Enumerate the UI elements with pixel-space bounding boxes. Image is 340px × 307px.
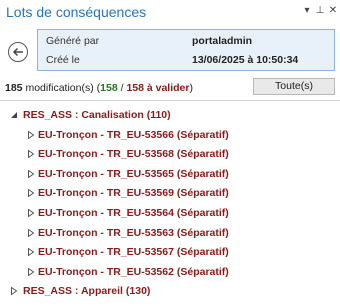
tree-item-label: EU-Tronçon - TR_EU-53565 (Séparatif): [38, 167, 229, 180]
modifications-summary: 185 modification(s) (158 / 158 à valider…: [5, 82, 193, 94]
validated-count: 158: [100, 82, 118, 94]
tree-item[interactable]: EU-Tronçon - TR_EU-53564 (Séparatif): [0, 204, 340, 224]
divider: [0, 100, 340, 101]
generated-by-label: Généré par: [46, 35, 100, 47]
tree-item-label: EU-Tronçon - TR_EU-53566 (Séparatif): [38, 128, 229, 141]
tree-item[interactable]: EU-Tronçon - TR_EU-53563 (Séparatif): [0, 224, 340, 244]
tree-item[interactable]: EU-Tronçon - TR_EU-53565 (Séparatif): [0, 165, 340, 185]
back-button[interactable]: [8, 42, 28, 62]
generated-by-value: portaladmin: [192, 35, 253, 47]
to-validate-count: 158 à valider: [126, 82, 190, 94]
info-panel: Généré par portaladmin Créé le 13/06/202…: [37, 29, 335, 71]
pane-options-dropdown-icon[interactable]: ▾: [300, 4, 314, 18]
pane-header: Lots de conséquences ▾ ⊥ ✕: [0, 0, 340, 26]
collapsed-arrow-icon[interactable]: [27, 189, 35, 198]
pin-icon[interactable]: ⊥: [313, 4, 327, 18]
created-row: Créé le 13/06/2025 à 10:50:34: [38, 52, 334, 70]
summary-close: ): [189, 82, 193, 94]
modification-count: 185: [5, 82, 23, 94]
tree-item-label: EU-Tronçon - TR_EU-53563 (Séparatif): [38, 226, 229, 239]
collapsed-arrow-icon[interactable]: [27, 228, 35, 237]
tree-item-label: EU-Tronçon - TR_EU-53567 (Séparatif): [38, 246, 229, 259]
collapsed-arrow-icon[interactable]: [27, 248, 35, 257]
collapsed-arrow-icon[interactable]: [27, 150, 35, 159]
all-button[interactable]: Toute(s): [253, 78, 335, 95]
tree-item-label: EU-Tronçon - TR_EU-53569 (Séparatif): [38, 187, 229, 200]
collapsed-arrow-icon[interactable]: [27, 267, 35, 276]
expanded-arrow-icon[interactable]: [10, 111, 18, 119]
tree-group-canalisation[interactable]: RES_ASS : Canalisation (110): [0, 106, 340, 126]
tree-group-appareil[interactable]: RES_ASS : Appareil (130): [0, 282, 340, 302]
collapsed-arrow-icon[interactable]: [27, 169, 35, 178]
tree-item[interactable]: EU-Tronçon - TR_EU-53562 (Séparatif): [0, 263, 340, 283]
summary-text: modification(s) (: [22, 82, 101, 94]
created-value: 13/06/2025 à 10:50:34: [192, 54, 299, 66]
tree-item-label: EU-Tronçon - TR_EU-53562 (Séparatif): [38, 265, 229, 278]
generated-by-row: Généré par portaladmin: [38, 33, 334, 51]
arrow-left-icon: [12, 47, 23, 57]
pane-title: Lots de conséquences: [6, 4, 147, 20]
created-label: Créé le: [46, 54, 80, 66]
tree-item[interactable]: EU-Tronçon - TR_EU-53569 (Séparatif): [0, 184, 340, 204]
tree-item[interactable]: EU-Tronçon - TR_EU-53568 (Séparatif): [0, 145, 340, 165]
tree-item[interactable]: EU-Tronçon - TR_EU-53566 (Séparatif): [0, 126, 340, 146]
tree-group-label: RES_ASS : Canalisation (110): [23, 109, 171, 121]
changes-tree[interactable]: RES_ASS : Canalisation (110) EU-Tronçon …: [0, 106, 340, 302]
tree-group-label: RES_ASS : Appareil (130): [23, 285, 151, 298]
close-icon[interactable]: ✕: [326, 4, 340, 18]
collapsed-arrow-icon[interactable]: [10, 287, 18, 296]
tree-item[interactable]: EU-Tronçon - TR_EU-53567 (Séparatif): [0, 243, 340, 263]
collapsed-arrow-icon[interactable]: [27, 130, 35, 139]
tree-item-label: EU-Tronçon - TR_EU-53564 (Séparatif): [38, 206, 229, 219]
collapsed-arrow-icon[interactable]: [27, 208, 35, 217]
tree-item-label: EU-Tronçon - TR_EU-53568 (Séparatif): [38, 148, 229, 161]
